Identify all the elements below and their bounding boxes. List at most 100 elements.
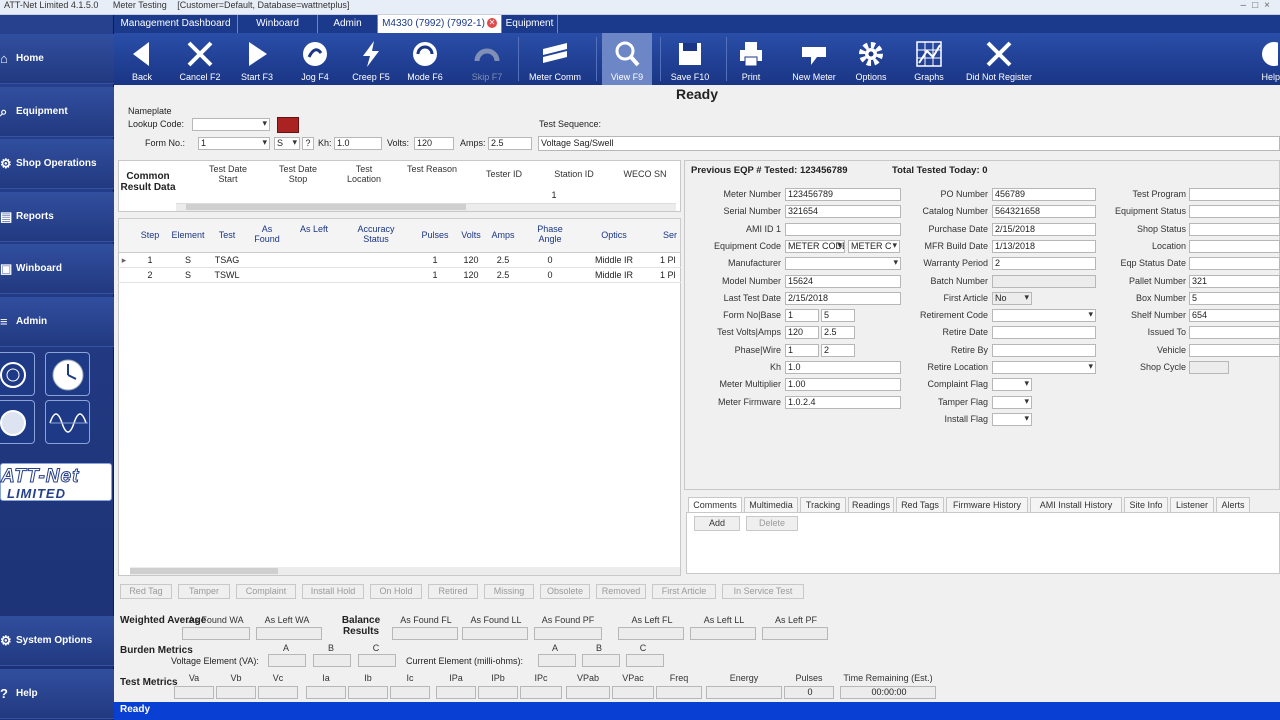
catalog-number-field[interactable]: 564321658 [992,205,1096,218]
tab-meter-m4330[interactable]: M4330 (7992) (7992-1) ✕ [378,15,502,33]
sidebar-item-winboard[interactable]: ▣ Winboard [0,244,114,294]
location-field[interactable] [1189,240,1280,253]
obsolete-button[interactable]: Obsolete [540,584,590,599]
meter-dial-tile[interactable] [0,352,35,396]
tab-readings[interactable]: Readings [848,497,894,513]
complaint-button[interactable]: Complaint [236,584,296,599]
model-number-field[interactable]: 15624 [785,275,901,288]
sidebar-item-reports[interactable]: ▤ Reports [0,192,114,242]
retirement-code-field[interactable] [992,309,1096,322]
shop-status-field[interactable] [1189,223,1280,236]
shelf-number-field[interactable]: 654 [1189,309,1280,322]
tab-firmware-history[interactable]: Firmware History [946,497,1028,513]
po-number-field[interactable]: 456789 [992,188,1096,201]
clock-tile[interactable] [45,352,90,396]
form-no-select[interactable]: 1 [198,137,270,150]
removed-button[interactable]: Removed [596,584,646,599]
retire-location-field[interactable] [992,361,1096,374]
install-flag-field[interactable] [992,413,1032,426]
install-hold-button[interactable]: Install Hold [302,584,364,599]
add-comment-button[interactable]: Add [694,516,740,531]
ami-id-1-field[interactable] [785,223,901,236]
window-controls[interactable]: –□× [1241,0,1276,11]
test-program-field[interactable] [1189,188,1280,201]
sidebar-item-system-options[interactable]: ⚙ System Options [0,616,114,666]
graphs-button[interactable]: Graphs [906,33,952,85]
view-button[interactable]: View F9 [602,33,652,85]
help-button[interactable]: Help [1246,33,1280,85]
tab-management-dashboard[interactable]: Management Dashboard [114,15,238,33]
did-not-register-button[interactable]: Did Not Register [960,33,1038,85]
row-expand-icon[interactable]: ▸ [120,255,128,266]
manufacturer-field[interactable] [785,257,901,270]
creep-button[interactable]: Creep F5 [346,33,396,85]
tab-tracking[interactable]: Tracking [800,497,846,513]
skip-button[interactable]: Skip F7 [462,33,512,85]
table-row[interactable]: 2 S TSWL 1 120 2.5 0 Middle IR 1 Pl [118,268,681,283]
base-select[interactable]: S [274,137,300,150]
tamper-button[interactable]: Tamper [178,584,230,599]
print-button[interactable]: Print [728,33,774,85]
meter-multiplier-field[interactable]: 1.00 [785,378,901,391]
box-number-field[interactable]: 5 [1189,292,1280,305]
tab-listener[interactable]: Listener [1170,497,1214,513]
tab-winboard[interactable]: Winboard [238,15,318,33]
lookup-code-select[interactable] [192,118,270,131]
cancel-button[interactable]: Cancel F2 [172,33,228,85]
tab-comments[interactable]: Comments [688,497,742,513]
jog-button[interactable]: Jog F4 [290,33,340,85]
batch-number-field[interactable] [992,275,1096,288]
equipment-code-field[interactable]: METER CODE [785,240,845,253]
close-icon[interactable]: × [1264,0,1276,11]
first-article-button[interactable]: First Article [652,584,716,599]
shop-cycle-field[interactable] [1189,361,1229,374]
meter-number-field[interactable]: 123456789 [785,188,901,201]
on-hold-button[interactable]: On Hold [370,584,422,599]
missing-button[interactable]: Missing [484,584,534,599]
sidebar-item-home[interactable]: ⌂ Home [0,34,114,84]
sidebar-item-help[interactable]: ? Help [0,669,114,719]
first-article-field[interactable]: No [992,292,1032,305]
test-sequence-field[interactable]: Voltage Sag/Swell [538,136,1280,151]
tab-ami-install-history[interactable]: AMI Install History [1030,497,1122,513]
sidebar-item-shop-operations[interactable]: ⚙ Shop Operations [0,139,114,189]
start-button[interactable]: Start F3 [232,33,282,85]
volts-input[interactable]: 120 [414,137,454,150]
help-query-button[interactable]: ? [302,137,314,150]
test-volts-amps-field-2[interactable]: 2.5 [821,326,855,339]
issued-to-field[interactable] [1189,326,1280,339]
meter-firmware-field[interactable]: 1.0.2.4 [785,396,901,409]
warranty-period-field[interactable]: 2 [992,257,1096,270]
back-button[interactable]: Back [120,33,164,85]
red-tag-button[interactable]: Red Tag [120,584,172,599]
form-no-base-field-2[interactable]: 5 [821,309,855,322]
tab-site-info[interactable]: Site Info [1124,497,1168,513]
sidebar-item-admin[interactable]: ≡ Admin [0,297,114,347]
meter-comm-button[interactable]: Meter Comm [524,33,586,85]
maximize-icon[interactable]: □ [1252,0,1264,11]
tab-equipment[interactable]: Equipment [502,15,558,33]
meter-dial-tile-2[interactable] [0,400,35,444]
table-row[interactable]: ▸ 1 S TSAG 1 120 2.5 0 Middle IR 1 Pl [118,253,681,268]
close-tab-icon[interactable]: ✕ [486,18,497,29]
barcode-icon[interactable] [277,117,299,133]
test-volts-amps-field[interactable]: 120 [785,326,819,339]
waveform-tile[interactable] [45,400,90,444]
delete-comment-button[interactable]: Delete [746,516,798,531]
phase-wire-field-2[interactable]: 2 [821,344,855,357]
vehicle-field[interactable] [1189,344,1280,357]
form-no-base-field[interactable]: 1 [785,309,819,322]
steps-scrollbar[interactable] [130,567,680,575]
mfr-build-date-field[interactable]: 1/13/2018 [992,240,1096,253]
kh-field[interactable]: 1.0 [785,361,901,374]
sidebar-item-equipment[interactable]: ⌕ Equipment [0,87,114,137]
pallet-number-field[interactable]: 321 [1189,275,1280,288]
tab-admin[interactable]: Admin [318,15,378,33]
options-button[interactable]: Options [848,33,894,85]
eqp-status-date-field[interactable] [1189,257,1280,270]
tab-multimedia[interactable]: Multimedia [744,497,798,513]
complaint-flag-field[interactable] [992,378,1032,391]
phase-wire-field[interactable]: 1 [785,344,819,357]
mode-button[interactable]: Mode F6 [400,33,450,85]
retire-by-field[interactable] [992,344,1096,357]
